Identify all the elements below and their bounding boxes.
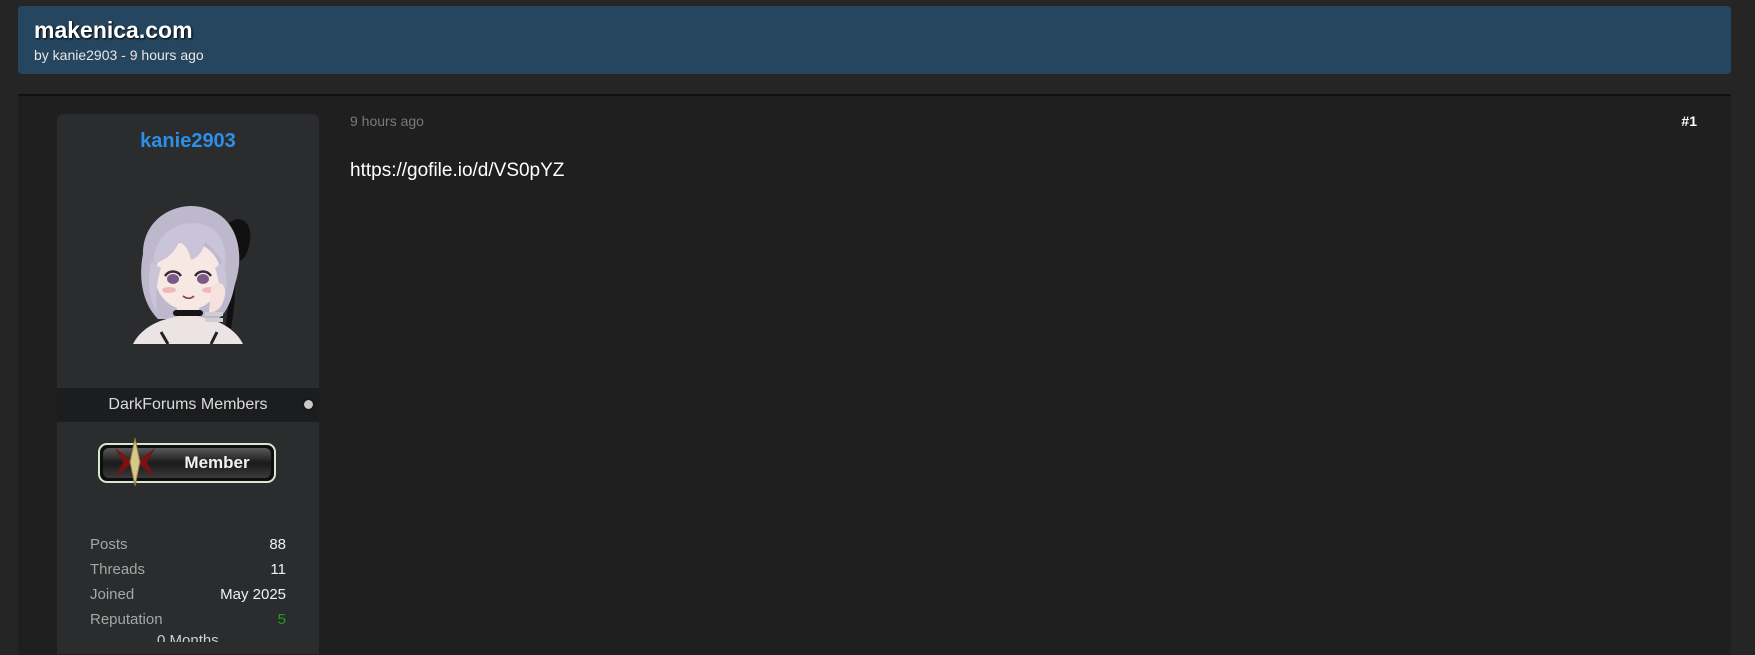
rank-badge-text: Member	[184, 453, 250, 472]
usergroup-bar: DarkForums Members	[57, 388, 319, 422]
stat-label: Posts	[90, 536, 128, 553]
stat-value: 88	[269, 536, 286, 553]
stat-row-partial: 0 Months	[157, 632, 219, 642]
member-rank-icon: Member	[98, 437, 276, 487]
stat-value: 11	[270, 561, 286, 578]
post-number-link[interactable]: #1	[1681, 113, 1697, 129]
usergroup-label: DarkForums Members	[108, 396, 268, 413]
stat-row-threads: Threads 11	[90, 557, 286, 582]
author-stats: Posts 88 Threads 11 Joined May 2025 Repu…	[90, 532, 286, 632]
stat-label: Joined	[90, 586, 135, 603]
thread-byline: by kanie2903 - 9 hours ago	[34, 47, 204, 64]
rank-badge: Member	[93, 436, 279, 488]
stat-row-posts: Posts 88	[90, 532, 286, 557]
post-timestamp[interactable]: 9 hours ago	[350, 113, 424, 129]
post-divider	[18, 94, 1731, 96]
avatar[interactable]	[113, 184, 263, 345]
author-panel: kanie2903 DarkForums Members Member Post…	[57, 114, 319, 654]
stat-label: Reputation	[90, 611, 163, 628]
stat-value: May 2025	[220, 586, 286, 603]
offline-status-icon	[304, 400, 313, 409]
thread-title: makenica.com	[34, 17, 193, 43]
reputation-value[interactable]: 5	[278, 607, 286, 632]
stat-row-joined: Joined May 2025	[90, 582, 286, 607]
thread-header: makenica.com by kanie2903 - 9 hours ago	[18, 6, 1731, 74]
avatar-image	[133, 206, 251, 345]
stat-label: Threads	[90, 561, 146, 578]
post-body[interactable]: https://gofile.io/d/VS0pYZ	[350, 160, 564, 182]
author-username-link[interactable]: kanie2903	[57, 130, 319, 153]
